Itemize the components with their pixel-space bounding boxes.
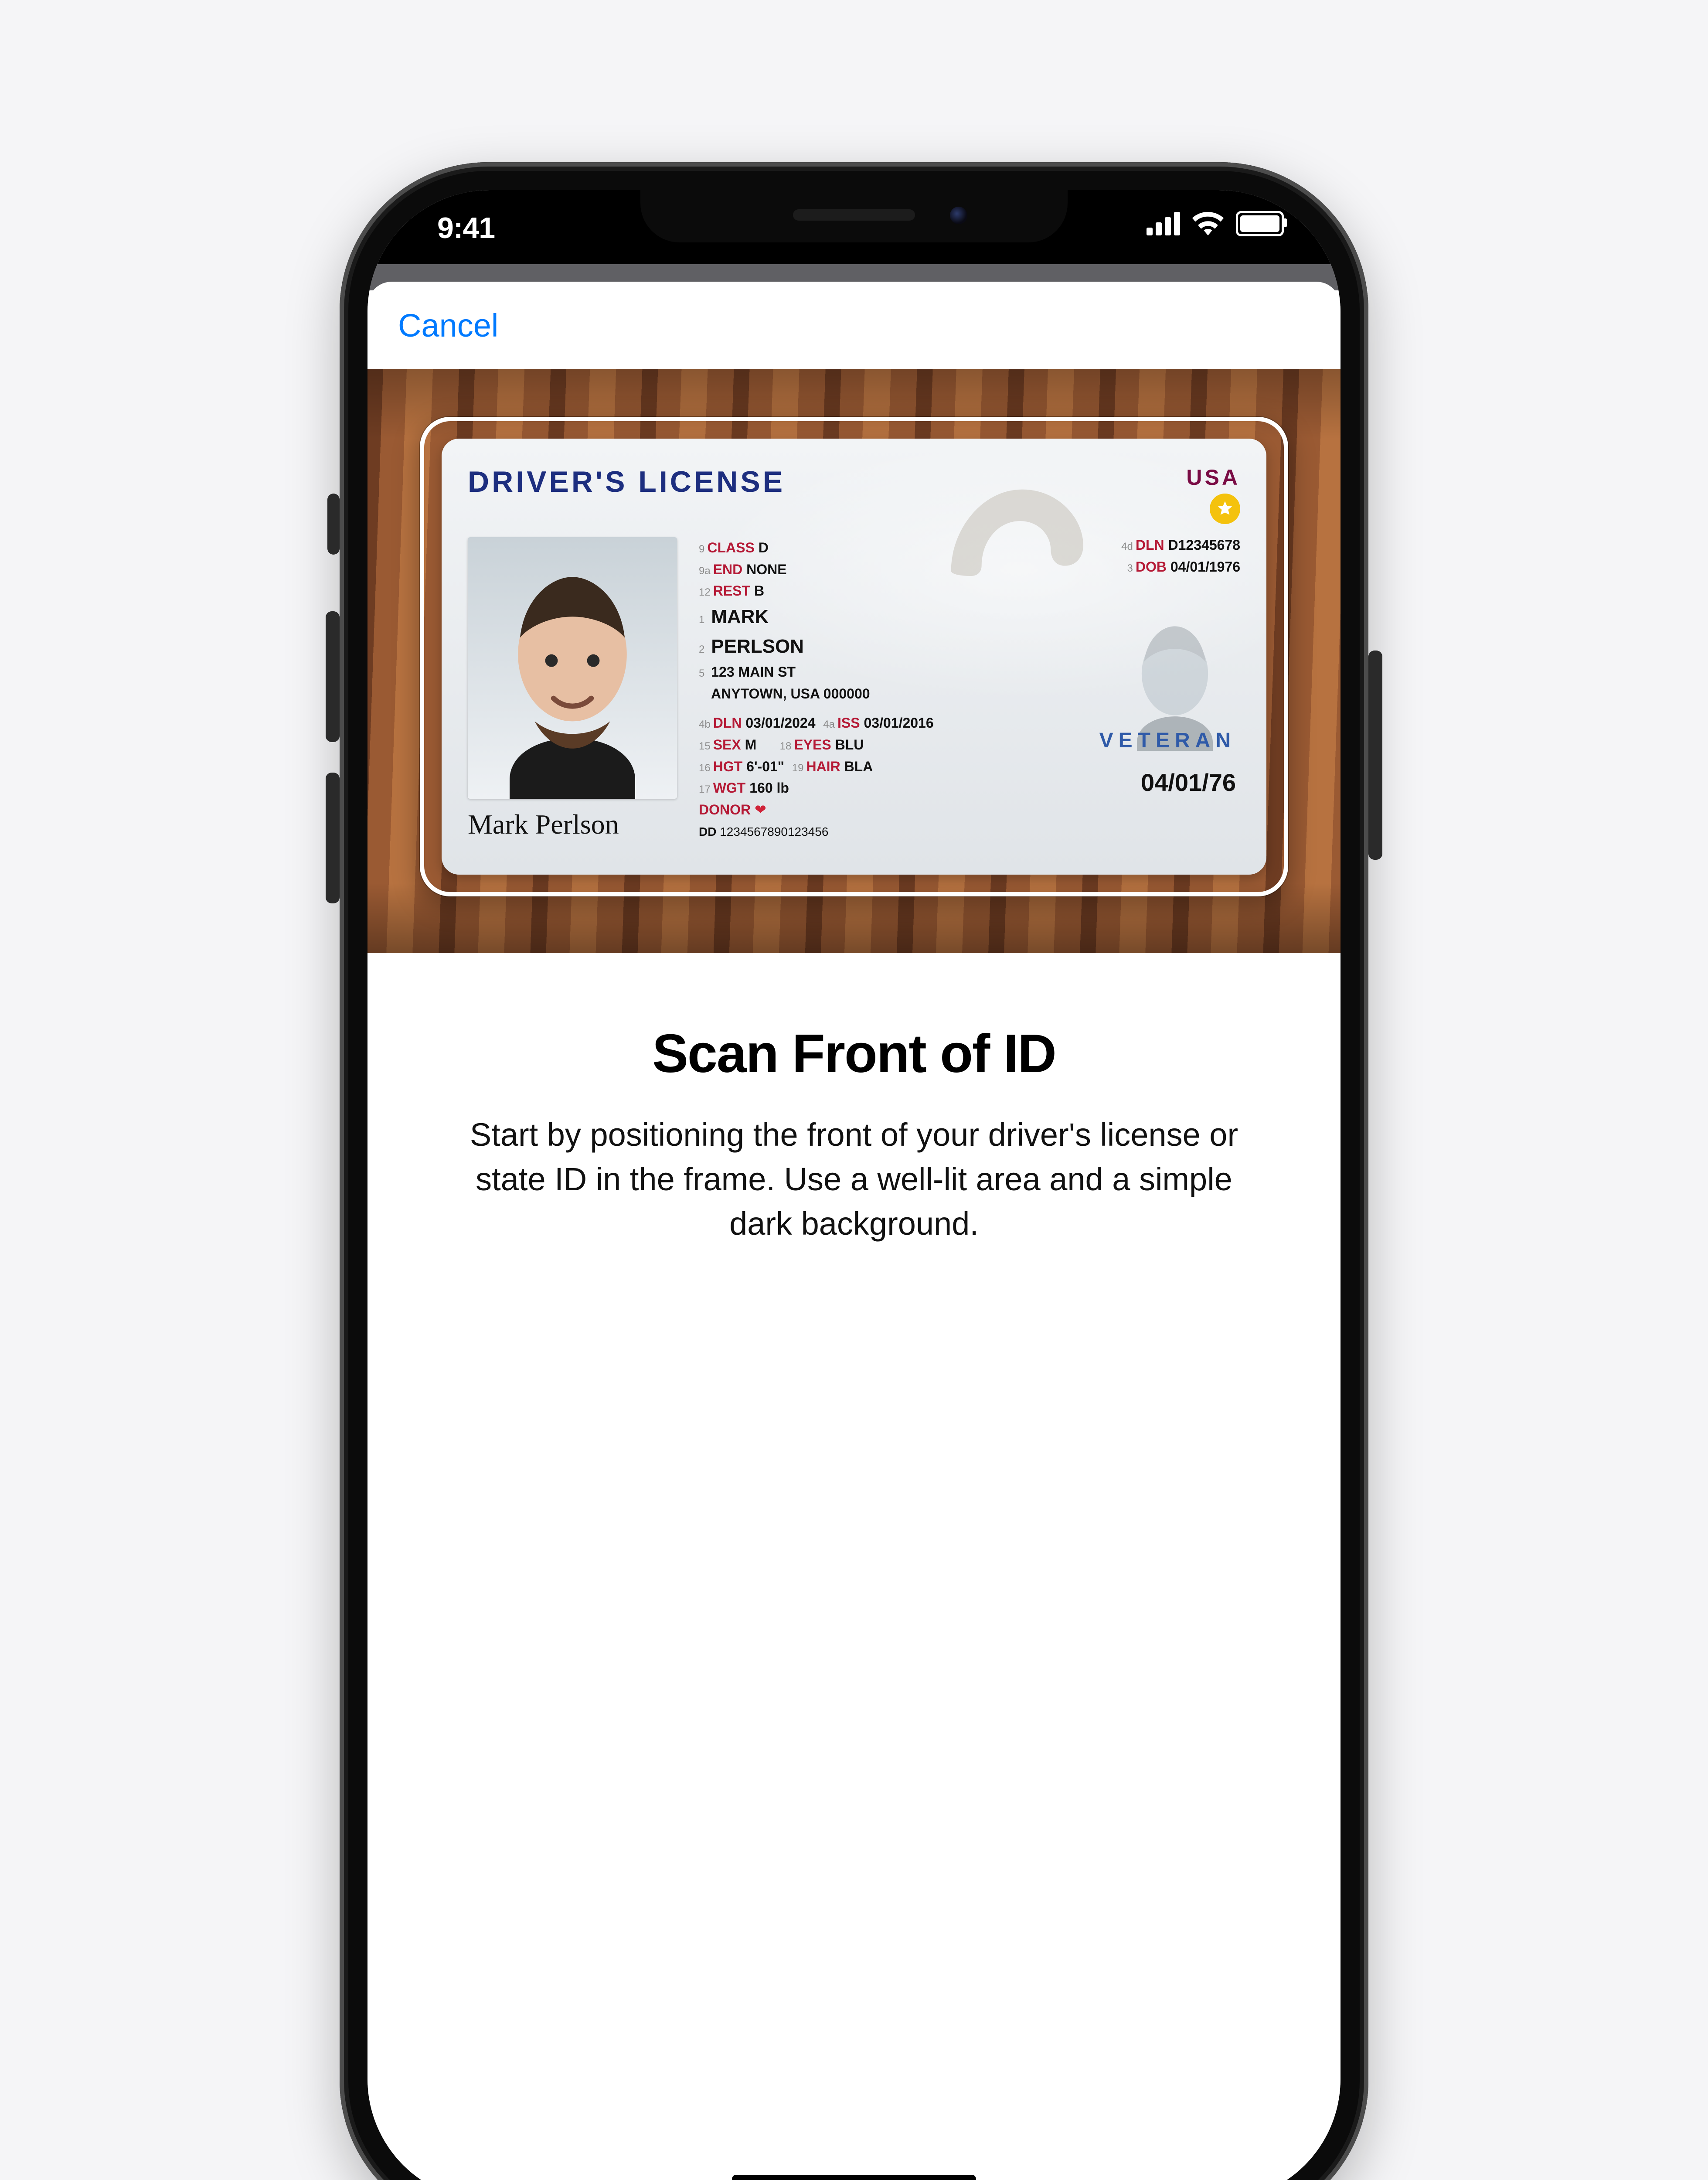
silence-switch	[327, 494, 340, 555]
real-id-star-icon	[1210, 494, 1240, 524]
home-indicator[interactable]	[732, 2175, 976, 2180]
instruction-block: Scan Front of ID Start by positioning th…	[367, 953, 1341, 1246]
status-time: 9:41	[437, 211, 495, 245]
heart-icon: ❤	[755, 802, 766, 818]
power-button	[1368, 651, 1382, 860]
page-title: Scan Front of ID	[455, 1023, 1253, 1085]
volume-up-button	[326, 611, 340, 742]
camera-preview[interactable]: DRIVER'S LICENSE USA	[367, 369, 1341, 953]
page-description: Start by positioning the front of your d…	[455, 1113, 1253, 1246]
cancel-button[interactable]: Cancel	[398, 307, 498, 344]
wifi-icon	[1192, 212, 1224, 235]
veteran-label: VETERAN	[1099, 725, 1236, 757]
cellular-icon	[1147, 212, 1180, 235]
license-big-dob: 04/01/76	[1141, 764, 1236, 802]
license-signature: Mark Perlson	[468, 808, 677, 841]
license-photo	[468, 537, 677, 799]
screen: 9:41 Cancel	[367, 190, 1341, 2180]
license-title: DRIVER'S LICENSE	[468, 465, 785, 499]
license-country: USA	[1186, 465, 1240, 490]
volume-down-button	[326, 773, 340, 903]
page: 9:41 Cancel	[0, 0, 1708, 2180]
status-icons	[1147, 211, 1284, 236]
battery-icon	[1236, 211, 1284, 236]
drivers-license-card: DRIVER'S LICENSE USA	[442, 439, 1266, 875]
scan-frame: DRIVER'S LICENSE USA	[420, 417, 1288, 896]
modal-sheet: Cancel DRIVER'S LICENSE USA	[367, 282, 1341, 2180]
iphone-frame: 9:41 Cancel	[340, 162, 1368, 2180]
nav-bar: Cancel	[367, 282, 1341, 369]
notch	[640, 190, 1068, 242]
